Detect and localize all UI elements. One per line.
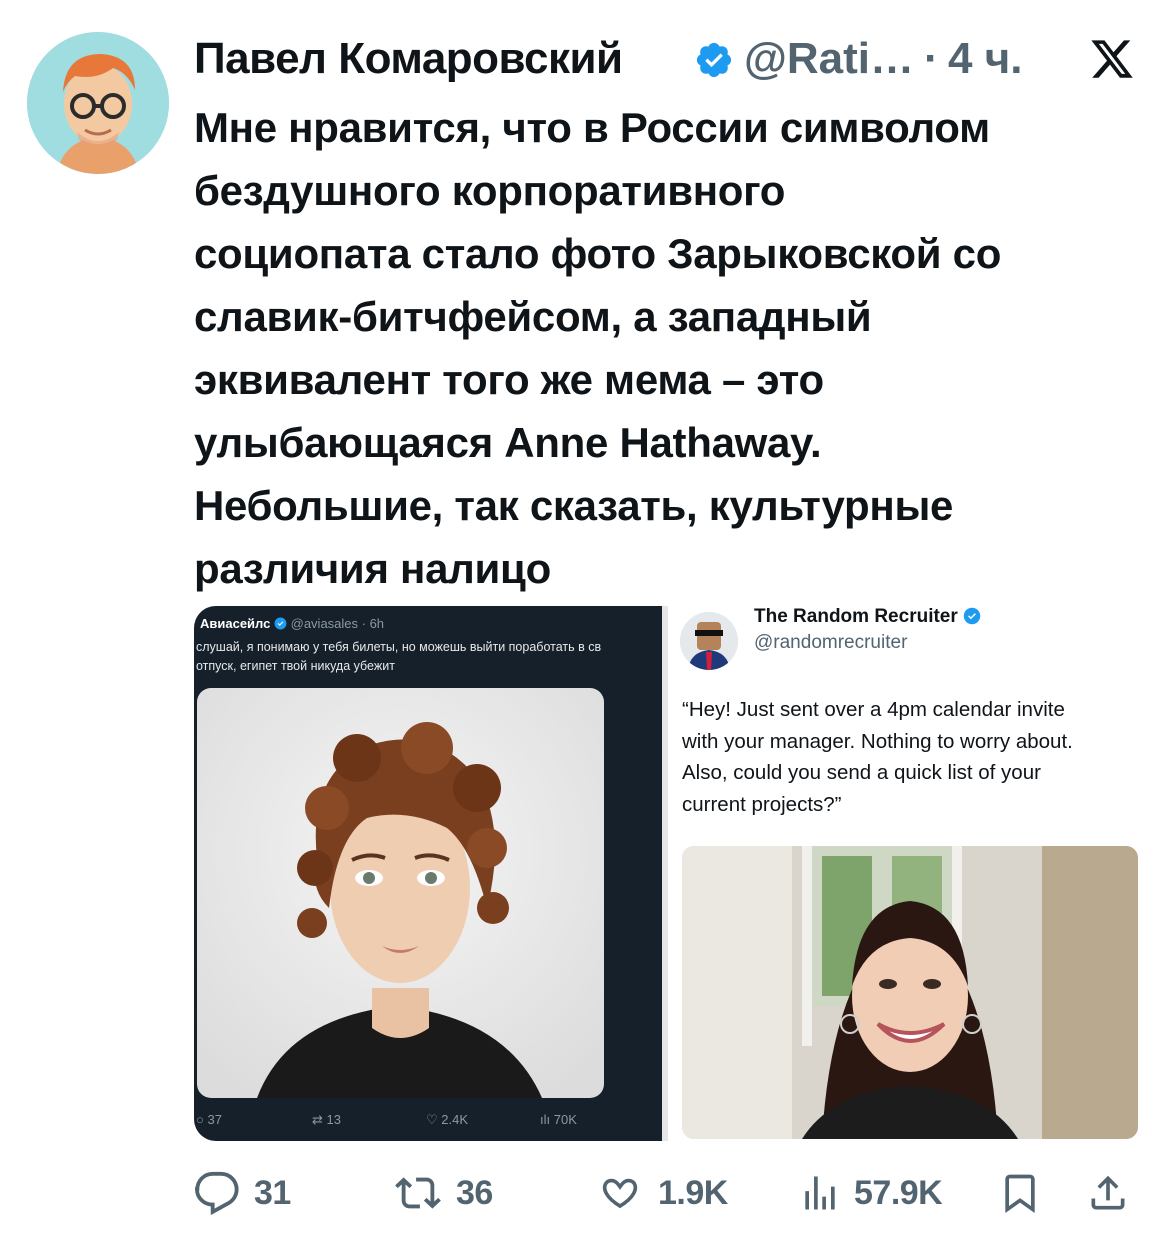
embedded-left-stats: ○ 37 ⇄ 13 ♡ 2.4K ılı 70K bbox=[194, 1106, 662, 1134]
embedded-right-name-row: The Random Recruiter bbox=[754, 606, 981, 628]
post-text: Мне нравится, что в России символом безд… bbox=[194, 104, 1002, 592]
embedded-left-replies: ○ 37 bbox=[196, 1112, 222, 1127]
share-icon bbox=[1091, 1175, 1125, 1210]
embedded-left-reposts: ⇄ 13 bbox=[312, 1112, 341, 1127]
reply-count: 31 bbox=[254, 1174, 291, 1212]
embedded-left-header: Авиасейлс @aviasales · 6h bbox=[200, 616, 384, 631]
repost-button[interactable]: 36 bbox=[392, 1162, 522, 1222]
avatar-illustration bbox=[27, 32, 169, 174]
embedded-tweet-right[interactable]: The Random Recruiter @randomrecruiter “H… bbox=[668, 606, 1144, 1141]
like-button[interactable]: 1.9K bbox=[596, 1162, 746, 1222]
embedded-left-likes: ♡ 2.4K bbox=[426, 1112, 469, 1127]
author-avatar[interactable] bbox=[27, 32, 169, 174]
post-media[interactable]: Авиасейлс @aviasales · 6h слушай, я пони… bbox=[194, 606, 1144, 1141]
views-icon bbox=[805, 1176, 835, 1210]
embedded-right-handle: @randomrecruiter bbox=[754, 632, 908, 653]
verified-badge-icon bbox=[274, 617, 287, 630]
like-count: 1.9K bbox=[658, 1174, 728, 1212]
embedded-left-text: слушай, я понимаю у тебя билеты, но може… bbox=[196, 640, 602, 673]
bookmark-button[interactable] bbox=[998, 1162, 1048, 1222]
reply-button[interactable]: 31 bbox=[194, 1162, 314, 1222]
post-header: Павел Комаровский @Rati… · 4 ч. bbox=[194, 30, 1144, 90]
repost-icon bbox=[395, 1177, 441, 1209]
x-logo-icon[interactable] bbox=[1088, 36, 1136, 82]
share-button[interactable] bbox=[1086, 1162, 1136, 1222]
repost-count: 36 bbox=[456, 1174, 493, 1212]
embedded-right-text: “Hey! Just sent over a 4pm calendar invi… bbox=[682, 698, 1073, 816]
embedded-right-name: The Random Recruiter bbox=[754, 606, 958, 627]
verified-badge-icon bbox=[963, 607, 981, 625]
embedded-right-avatar bbox=[680, 612, 738, 670]
views-count: 57.9K bbox=[854, 1174, 943, 1212]
verified-badge-icon bbox=[696, 42, 732, 78]
reply-icon bbox=[194, 1171, 239, 1216]
author-handle[interactable]: @Rati… bbox=[744, 34, 914, 84]
bookmark-icon bbox=[1005, 1174, 1035, 1214]
views-button[interactable]: 57.9K bbox=[798, 1162, 968, 1222]
author-name[interactable]: Павел Комаровский bbox=[194, 34, 623, 84]
like-icon bbox=[602, 1178, 638, 1209]
embedded-left-name: Авиасейлс bbox=[200, 616, 271, 631]
embedded-left-photo bbox=[197, 688, 604, 1098]
embedded-tweet-left[interactable]: Авиасейлс @aviasales · 6h слушай, я пони… bbox=[194, 606, 662, 1141]
embedded-left-views: ılı 70K bbox=[540, 1112, 577, 1127]
embedded-left-handle: @aviasales · 6h bbox=[290, 616, 385, 631]
separator-dot: · bbox=[924, 34, 939, 83]
action-bar: 31 36 1.9K 57.9K bbox=[194, 1162, 1144, 1222]
embedded-right-photo bbox=[682, 846, 1138, 1139]
post-time[interactable]: 4 ч. bbox=[948, 34, 1022, 84]
